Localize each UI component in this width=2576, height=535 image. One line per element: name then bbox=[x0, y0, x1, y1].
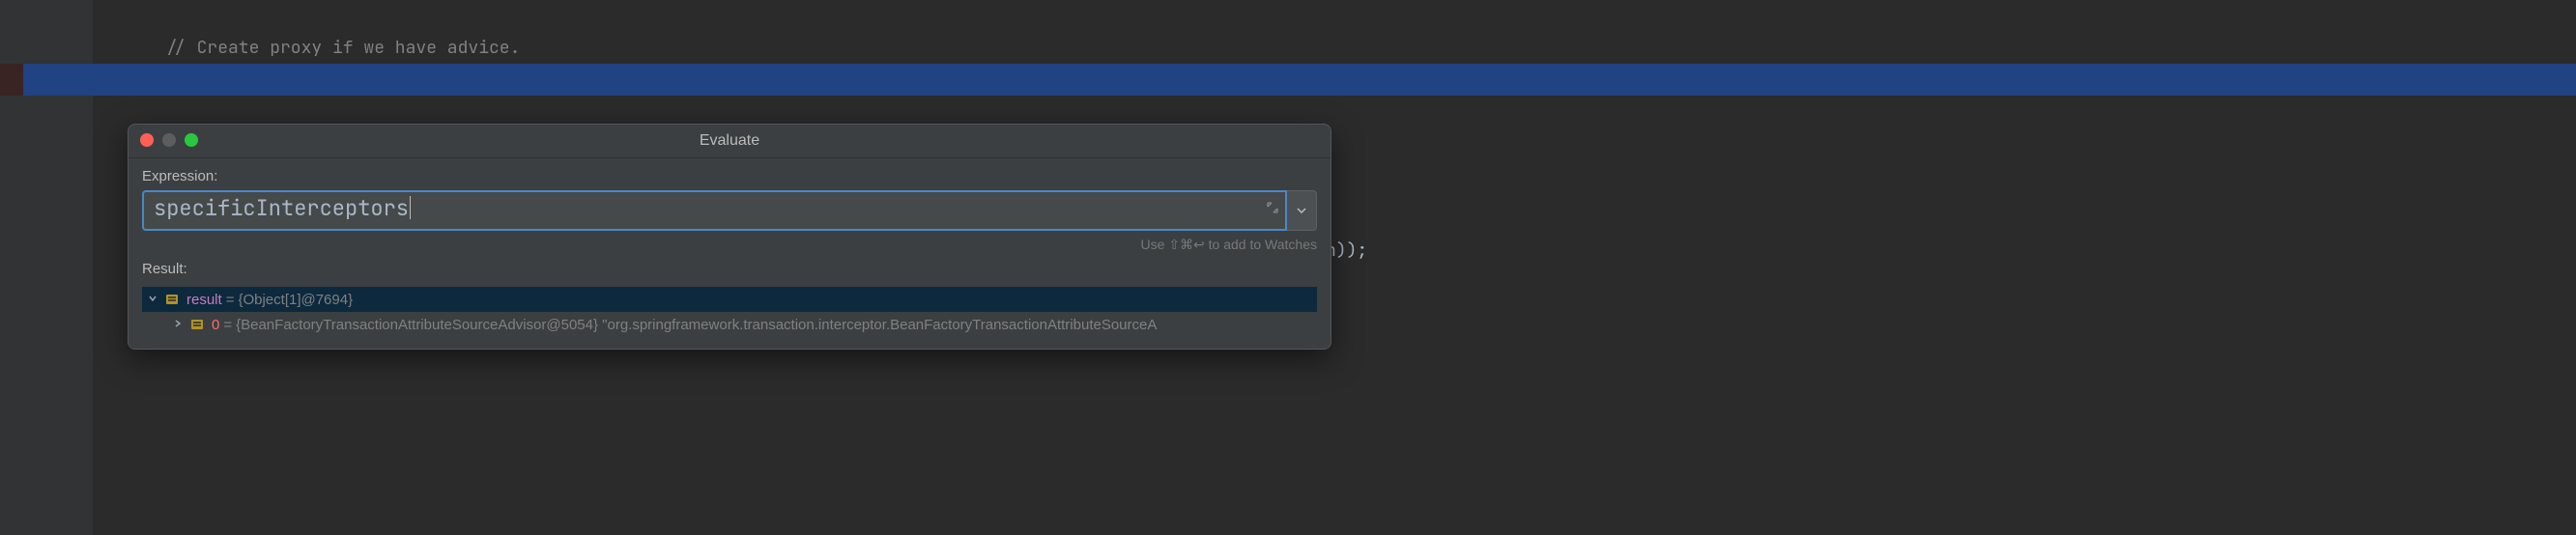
tree-node-name: result bbox=[186, 292, 222, 308]
execution-line: if (specificInterceptors ≠ DO_NOT_PROXY … bbox=[0, 64, 2576, 96]
tree-row-result[interactable]: result = {Object[1]@7694} bbox=[142, 287, 1317, 312]
window-controls bbox=[140, 133, 198, 147]
expression-label: Expression: bbox=[142, 168, 1317, 184]
breakpoint-indicator bbox=[0, 64, 23, 96]
equals-sign: = bbox=[226, 292, 235, 308]
minimize-icon[interactable] bbox=[162, 133, 176, 147]
code-editor[interactable]: // Create proxy if we have advice. Objec… bbox=[0, 0, 2576, 535]
shortcut-hint: Use ⇧⌘↩ to add to Watches bbox=[142, 237, 1317, 253]
element-icon bbox=[188, 316, 206, 333]
chevron-right-icon[interactable] bbox=[171, 318, 185, 331]
code-line: // Create proxy if we have advice. bbox=[0, 0, 2576, 32]
tree-node-value: {Object[1]@7694} bbox=[238, 292, 353, 308]
result-tree[interactable]: result = {Object[1]@7694} 0 = {BeanFacto… bbox=[142, 287, 1317, 337]
history-dropdown-button[interactable] bbox=[1287, 190, 1317, 231]
tree-node-index: 0 bbox=[212, 317, 219, 333]
expression-input[interactable]: specificInterceptors bbox=[142, 190, 1287, 231]
equals-sign: = bbox=[223, 317, 232, 333]
maximize-icon[interactable] bbox=[185, 133, 198, 147]
expression-text: specificInterceptors bbox=[154, 194, 409, 222]
evaluate-dialog: Evaluate Expression: specificInterceptor… bbox=[128, 124, 1331, 350]
close-icon[interactable] bbox=[140, 133, 154, 147]
result-label: Result: bbox=[142, 261, 1317, 277]
expand-icon[interactable] bbox=[1266, 194, 1279, 227]
tree-node-value: {BeanFactoryTransactionAttributeSourceAd… bbox=[236, 317, 1157, 333]
array-icon bbox=[163, 291, 181, 308]
dialog-title: Evaluate bbox=[700, 132, 759, 149]
chevron-down-icon[interactable] bbox=[146, 293, 159, 306]
text-caret bbox=[410, 196, 411, 219]
tree-row-item[interactable]: 0 = {BeanFactoryTransactionAttributeSour… bbox=[142, 312, 1317, 337]
code-line: Object[] specificInterceptors = getAdvic… bbox=[0, 32, 2576, 64]
dialog-titlebar[interactable]: Evaluate bbox=[129, 125, 1331, 158]
